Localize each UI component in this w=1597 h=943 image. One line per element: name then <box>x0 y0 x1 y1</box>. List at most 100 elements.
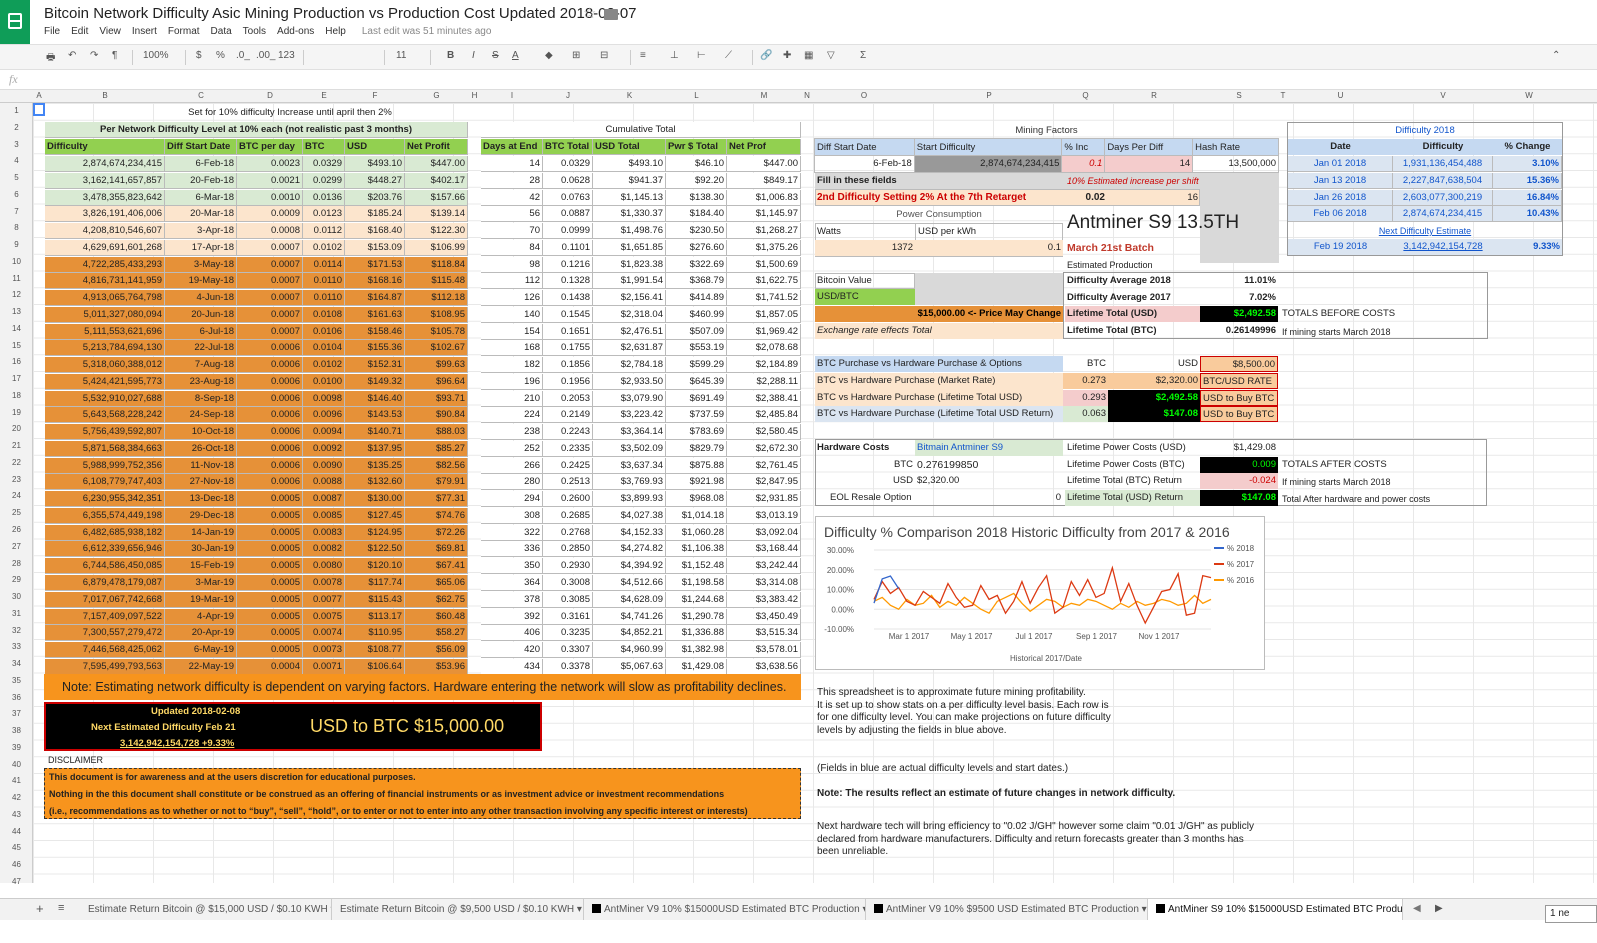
cum-table-cell[interactable]: $645.39 <box>666 373 727 390</box>
cum-table-cell[interactable]: 0.1328 <box>543 273 593 290</box>
cum-table-cell[interactable]: $3,364.14 <box>593 424 666 441</box>
cum-table-cell[interactable]: 0.1101 <box>543 239 593 256</box>
cum-table-cell[interactable]: 0.3161 <box>543 608 593 625</box>
left-table-cell[interactable]: 6,879,478,179,087 <box>45 575 165 591</box>
cum-table-cell[interactable]: 0.2768 <box>543 524 593 541</box>
cum-table-cell[interactable]: $3,578.01 <box>727 642 801 659</box>
cum-table-header[interactable]: USD Total <box>593 139 666 155</box>
menu-help[interactable]: Help <box>325 26 346 37</box>
left-table-cell[interactable]: 0.0087 <box>303 491 345 508</box>
menu-tools[interactable]: Tools <box>243 26 266 37</box>
menu-format[interactable]: Format <box>168 26 200 37</box>
mf-header[interactable]: % Inc <box>1061 138 1106 156</box>
currency-button[interactable]: $ <box>196 50 202 61</box>
more-formats-button[interactable]: 123 <box>278 50 295 61</box>
left-table-cell[interactable]: 0.0006 <box>237 373 303 390</box>
left-table-cell[interactable]: 0.0010 <box>237 189 303 206</box>
left-table-cell[interactable]: $146.40 <box>345 390 405 407</box>
left-table-cell[interactable]: 7,446,568,425,062 <box>45 642 165 659</box>
cum-table-cell[interactable]: $1,741.52 <box>727 290 801 307</box>
left-table-cell[interactable]: $60.48 <box>405 608 468 625</box>
cum-table-cell[interactable]: 294 <box>481 491 543 508</box>
row-header[interactable]: 25 <box>0 508 33 517</box>
left-table-cell[interactable]: 0.0007 <box>237 306 303 323</box>
column-header[interactable]: K <box>593 91 666 100</box>
menu-insert[interactable]: Insert <box>132 26 157 37</box>
row-header[interactable]: 31 <box>0 609 33 618</box>
left-table-cell[interactable]: 0.0006 <box>237 424 303 441</box>
cum-table-cell[interactable]: 266 <box>481 457 543 474</box>
row-header[interactable]: 46 <box>0 860 33 869</box>
cum-table-cell[interactable]: 378 <box>481 591 543 608</box>
redo-icon[interactable]: ↷ <box>90 50 98 61</box>
column-header[interactable]: J <box>543 91 593 100</box>
left-table-cell[interactable]: 5,871,568,384,663 <box>45 440 165 457</box>
cum-table-cell[interactable]: $1,382.98 <box>666 642 727 659</box>
left-table-cell[interactable]: 8-Sep-18 <box>165 390 237 407</box>
cum-table-cell[interactable]: 0.3235 <box>543 625 593 642</box>
left-table-cell[interactable]: 6-May-19 <box>165 642 237 659</box>
left-table-cell[interactable]: 6,612,339,656,946 <box>45 541 165 558</box>
left-table-cell[interactable]: $149.32 <box>345 373 405 390</box>
cum-table-cell[interactable]: $2,631.87 <box>593 340 666 357</box>
left-table-cell[interactable]: 6,230,955,342,351 <box>45 491 165 508</box>
column-header[interactable]: O <box>813 91 915 100</box>
row-header[interactable]: 9 <box>0 240 33 249</box>
left-table-cell[interactable]: 0.0006 <box>237 440 303 457</box>
left-table-cell[interactable]: $106.64 <box>345 658 405 675</box>
cum-table-cell[interactable]: $1,268.27 <box>727 223 801 240</box>
second-setting-label[interactable]: 2nd Difficulty Setting 2% At the 7th Ret… <box>815 190 1065 206</box>
row-header[interactable]: 17 <box>0 374 33 383</box>
left-table-cell[interactable]: $96.64 <box>405 373 468 390</box>
left-table-cell[interactable]: 0.0112 <box>303 223 345 240</box>
left-table-cell[interactable]: 4-Jun-18 <box>165 290 237 307</box>
left-table-cell[interactable]: $448.27 <box>345 172 405 189</box>
left-table-cell[interactable]: 5,532,910,027,688 <box>45 390 165 407</box>
left-table-cell[interactable]: 0.0108 <box>303 306 345 323</box>
left-table-cell[interactable]: $153.09 <box>345 239 405 256</box>
cum-table-cell[interactable]: $1,823.38 <box>593 256 666 273</box>
cum-table-cell[interactable]: 0.1545 <box>543 306 593 323</box>
left-table-cell[interactable]: $108.95 <box>405 306 468 323</box>
cum-table-cell[interactable]: $3,383.42 <box>727 591 801 608</box>
cum-table-cell[interactable]: $3,769.93 <box>593 474 666 491</box>
row-header[interactable]: 8 <box>0 223 33 232</box>
column-header[interactable]: W <box>1493 91 1565 100</box>
menu-addons[interactable]: Add-ons <box>277 26 314 37</box>
cum-table-cell[interactable]: $3,314.08 <box>727 575 801 591</box>
row-header[interactable]: 24 <box>0 491 33 500</box>
hw-usd-value[interactable]: $2,320.00 <box>915 473 1063 489</box>
column-header[interactable]: R <box>1108 91 1200 100</box>
cum-table-cell[interactable]: 168 <box>481 340 543 357</box>
cum-table-cell[interactable]: $4,512.66 <box>593 575 666 591</box>
cum-table-header[interactable]: BTC Total <box>543 139 593 155</box>
fill-color-icon[interactable]: ◆ <box>545 50 553 61</box>
left-table-cell[interactable]: 0.0092 <box>303 440 345 457</box>
left-table-cell[interactable]: 0.0078 <box>303 575 345 591</box>
left-table-cell[interactable]: $185.24 <box>345 206 405 223</box>
row-header[interactable]: 13 <box>0 307 33 316</box>
row-header[interactable]: 44 <box>0 827 33 836</box>
left-table-cell[interactable]: $122.30 <box>405 223 468 240</box>
left-table-cell[interactable]: 22-May-19 <box>165 658 237 675</box>
left-table-cell[interactable]: 0.0074 <box>303 625 345 642</box>
left-table-cell[interactable]: 0.0023 <box>237 156 303 172</box>
cum-table-cell[interactable]: 126 <box>481 290 543 307</box>
row-header[interactable]: 29 <box>0 575 33 584</box>
diff2018-change[interactable]: 16.84% <box>1493 189 1562 206</box>
cum-table-cell[interactable]: 224 <box>481 407 543 424</box>
left-table-cell[interactable]: 0.0114 <box>303 256 345 273</box>
text-color-icon[interactable]: A <box>512 50 519 61</box>
row-header[interactable]: 42 <box>0 793 33 802</box>
left-table-cell[interactable]: 4,208,810,546,607 <box>45 223 165 240</box>
left-table-cell[interactable]: 17-Apr-18 <box>165 239 237 256</box>
left-table-cell[interactable]: $74.76 <box>405 507 468 524</box>
left-table-cell[interactable]: $130.00 <box>345 491 405 508</box>
row-header[interactable]: 33 <box>0 642 33 651</box>
left-table-cell[interactable]: $65.06 <box>405 575 468 591</box>
star-icon[interactable]: ☆ <box>583 4 596 22</box>
row-header[interactable]: 19 <box>0 408 33 417</box>
cum-table-cell[interactable]: $3,168.44 <box>727 541 801 558</box>
left-table-cell[interactable]: 0.0110 <box>303 273 345 290</box>
left-table-cell[interactable]: 14-Jan-19 <box>165 524 237 541</box>
